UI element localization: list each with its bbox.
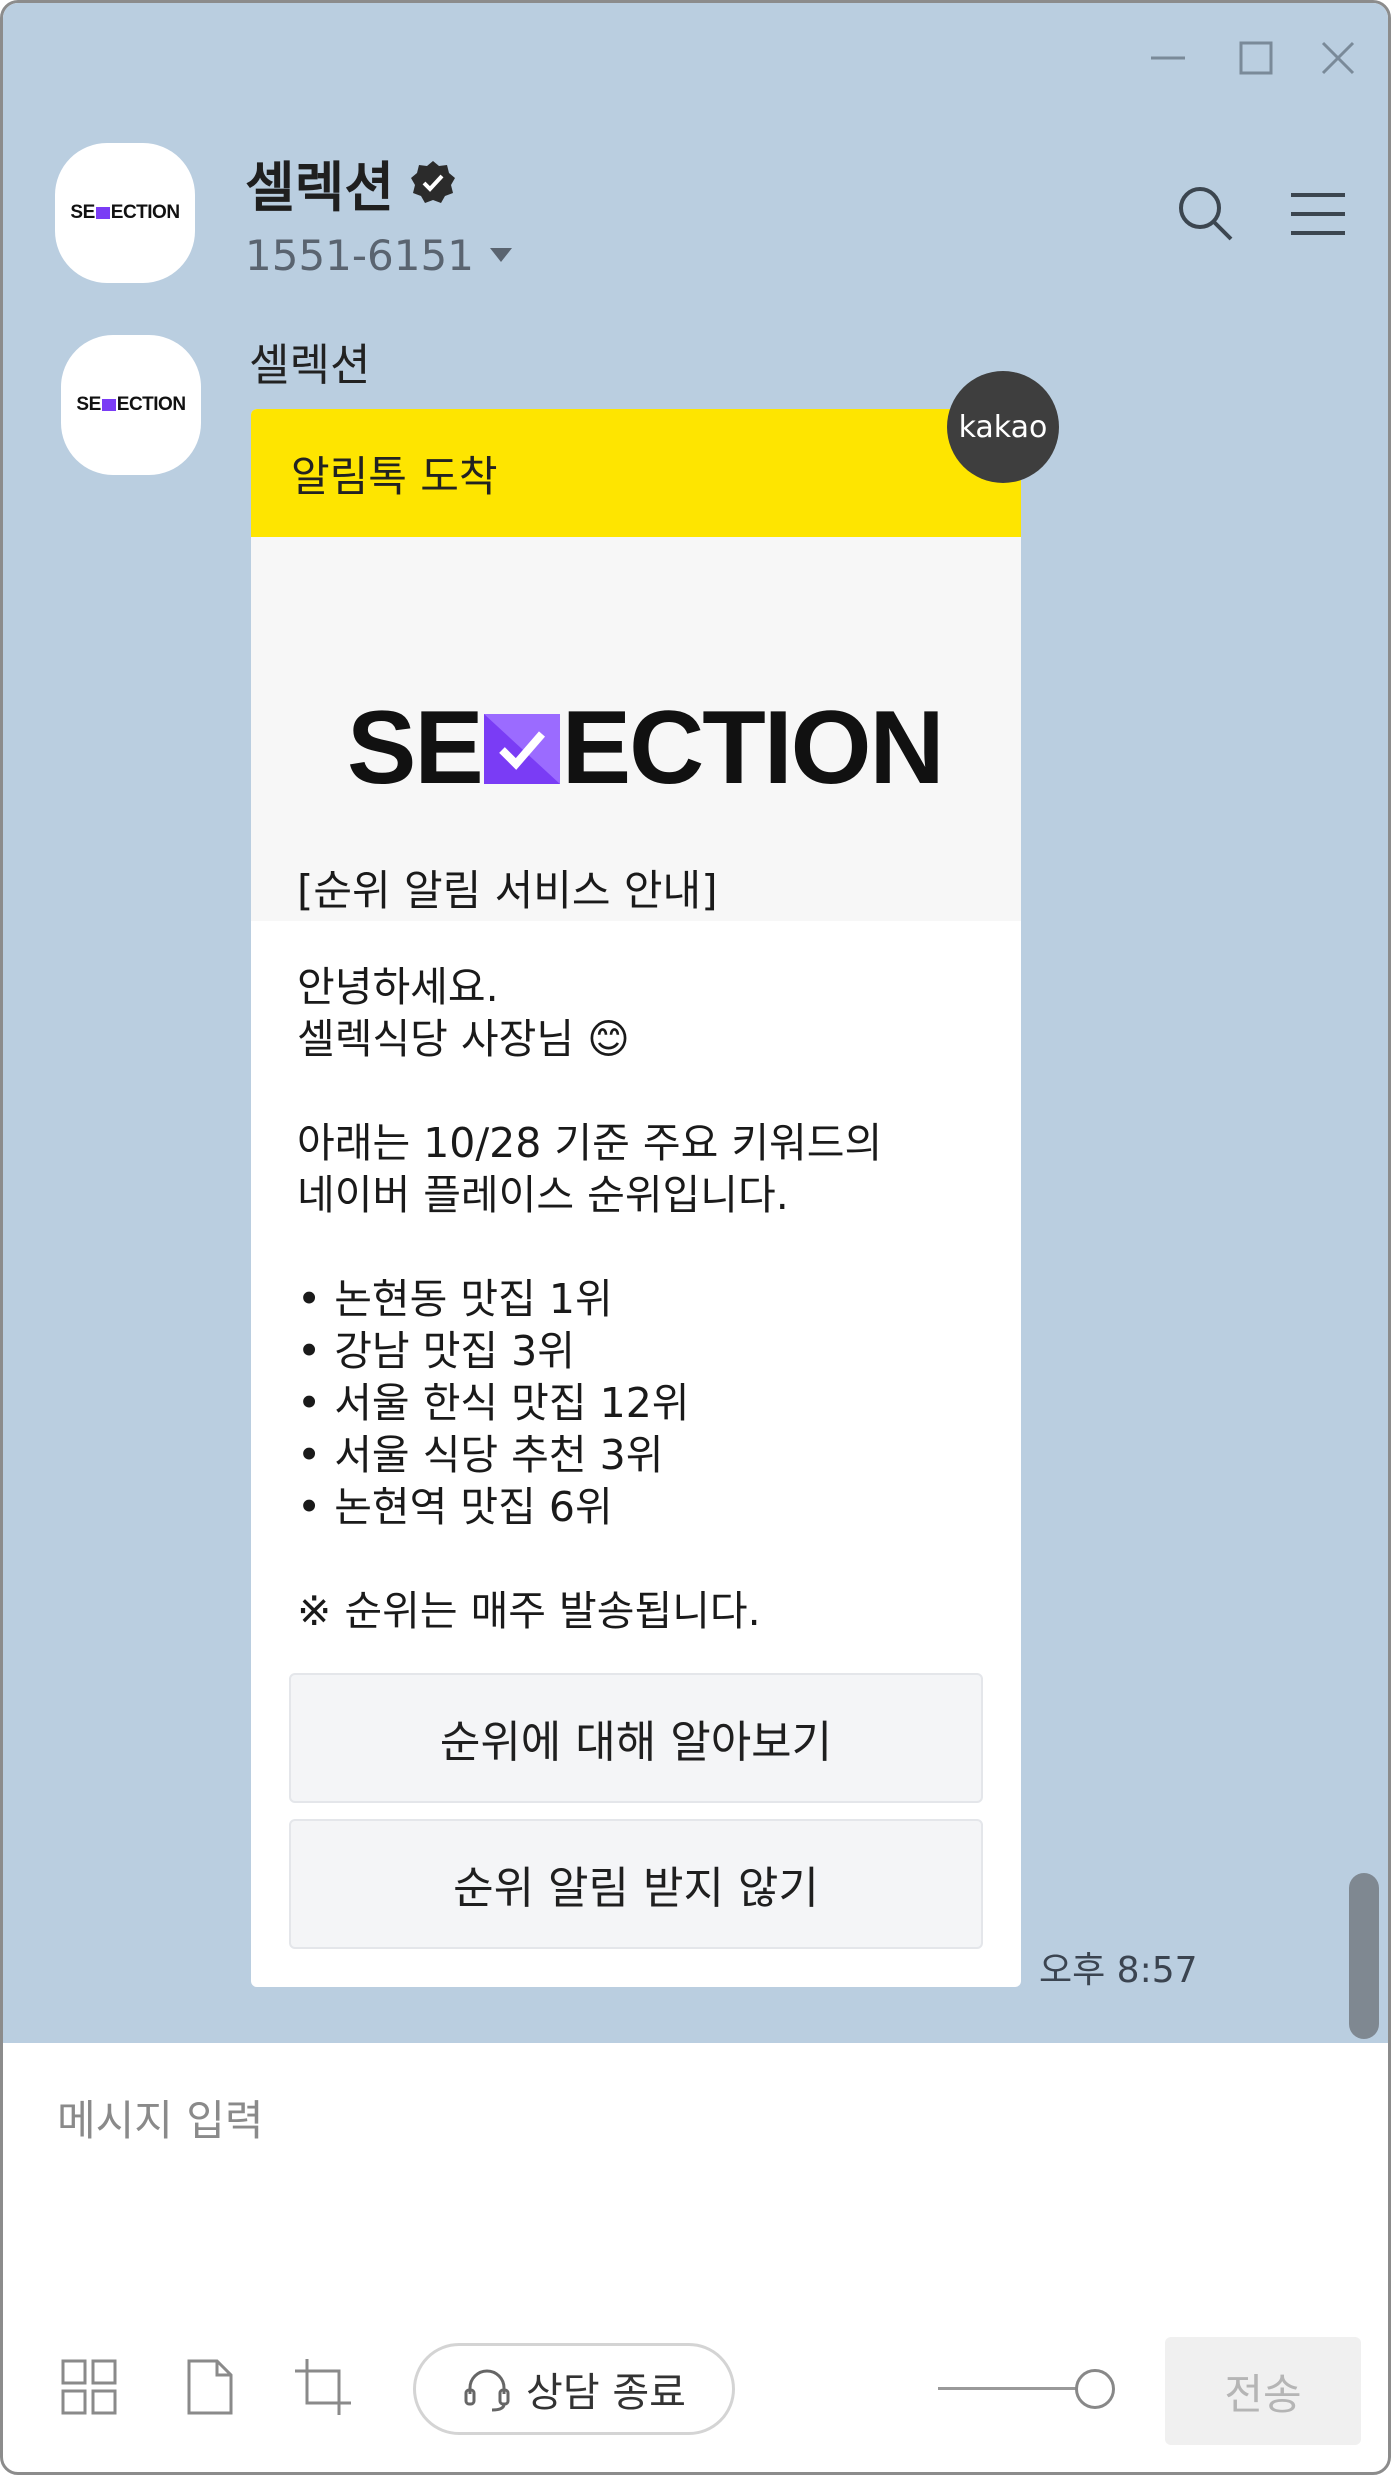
card-banner: SE ECTION [순위 알림 서비스 안내] [251, 537, 1021, 921]
selection-logo: SE ECTION [347, 689, 945, 808]
send-button[interactable]: 전송 [1165, 2337, 1361, 2445]
ranking-item: • 서울 한식 맛집 12위 [297, 1379, 690, 1427]
search-icon[interactable] [1173, 181, 1239, 247]
logo-text-right: ECTION [561, 690, 945, 806]
minimize-icon[interactable] [1143, 33, 1193, 83]
verified-check-icon [411, 160, 456, 203]
scrollbar[interactable] [1349, 1873, 1379, 2039]
unsubscribe-ranking-button[interactable]: 순위 알림 받지 않기 [289, 1819, 983, 1949]
sender-name: 셀렉션 [249, 340, 371, 391]
menu-icon[interactable] [1285, 181, 1351, 247]
ranking-item: • 논현역 맛집 6위 [297, 1483, 613, 1531]
chat-avatar[interactable]: SE ECTION [55, 143, 195, 283]
sender-avatar[interactable]: SE ECTION [61, 335, 201, 475]
message-input[interactable]: 메시지 입력 [57, 2087, 264, 2148]
notice-title: [순위 알림 서비스 안내] [297, 866, 718, 915]
message-body: 안녕하세요. 셀렉식당 사장님 😊 아래는 10/28 기준 주요 키워드의 네… [297, 961, 997, 1637]
ranking-item: • 서울 식당 추천 3위 [297, 1431, 664, 1479]
learn-ranking-button[interactable]: 순위에 대해 알아보기 [289, 1673, 983, 1803]
body-line: 네이버 플레이스 순위입니다. [297, 1171, 789, 1219]
ranking-item: • 논현동 맛집 1위 [297, 1275, 613, 1323]
card-header: 알림톡 도착 [251, 409, 1021, 537]
crop-icon[interactable] [293, 2357, 353, 2417]
avatar-logo: SE ECTION [76, 394, 186, 415]
message-time: 오후 8:57 [1039, 1950, 1198, 1991]
phone-number[interactable]: 1551-6151 [245, 231, 512, 280]
phone-text: 1551-6151 [245, 231, 474, 280]
check-box-icon [483, 713, 560, 784]
chat-area: SE ECTION 셀렉션 1551-6151 SE ECTION 셀렉션 알림… [3, 3, 1388, 2043]
avatar-logo: SE ECTION [70, 202, 180, 223]
chat-title: 셀렉션 [245, 143, 458, 222]
chat-window: SE ECTION 셀렉션 1551-6151 SE ECTION 셀렉션 알림… [0, 0, 1391, 2475]
end-consultation-button[interactable]: 상담 종료 [413, 2343, 735, 2435]
message-card: 알림톡 도착 SE ECTION [순위 알림 서비스 안내] 안녕하세요. 셀… [251, 409, 1021, 1987]
font-size-slider-knob[interactable] [1075, 2369, 1115, 2409]
logo-text-left: SE [347, 690, 484, 806]
ranking-item: • 강남 맛집 3위 [297, 1327, 575, 1375]
body-line: 아래는 10/28 기준 주요 키워드의 [297, 1119, 883, 1167]
headset-icon [464, 2369, 510, 2412]
close-icon[interactable] [1313, 33, 1363, 83]
maximize-icon[interactable] [1231, 33, 1281, 83]
body-line: 셀렉식당 사장님 😊 [297, 1015, 630, 1063]
kakao-badge: kakao [947, 371, 1059, 483]
emoticon-icon[interactable] [59, 2357, 119, 2417]
body-line: 안녕하세요. [297, 963, 499, 1011]
chevron-down-icon [489, 247, 512, 262]
body-note: ※ 순위는 매주 발송됩니다. [297, 1587, 761, 1635]
font-size-slider-track[interactable] [938, 2387, 1098, 2390]
end-consultation-label: 상담 종료 [526, 2370, 686, 2416]
chat-title-text: 셀렉션 [245, 156, 395, 219]
file-icon[interactable] [179, 2357, 239, 2417]
